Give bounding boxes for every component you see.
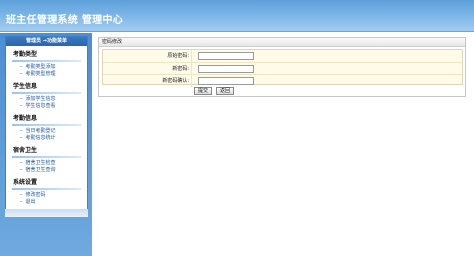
menu-item-attendance-stats[interactable]: 考勤信息统计 <box>6 135 87 142</box>
panel-title: 密码修改 <box>99 38 465 47</box>
menu-item-change-password[interactable]: 修改密码 <box>6 192 87 199</box>
form-row-new-password: 新密码: <box>103 62 462 75</box>
menu-divider <box>12 156 81 158</box>
confirm-password-label: 新密码确认: <box>103 75 192 87</box>
form-row-old-password: 原始密码: <box>103 50 462 62</box>
menu-item-dorm-check[interactable]: 宿舍卫生检查 <box>6 160 87 167</box>
menu-group-title: 学生信息 <box>13 83 38 90</box>
menu-divider <box>12 92 81 94</box>
menu-item-logout[interactable]: 退出 <box>6 199 87 206</box>
password-form: 原始密码: 新密码: 新密码确认: <box>102 49 463 87</box>
menu-divider <box>12 124 81 126</box>
menu-group-attendance-info: 考勤信息 当日考勤登记 考勤信息统计 <box>6 114 87 142</box>
menu-item-view-students[interactable]: 学生信息查看 <box>6 103 87 110</box>
old-password-input[interactable] <box>198 52 254 60</box>
menu-item-manage-attendance-type[interactable]: 考勤类型管理 <box>6 71 87 78</box>
sidebar-menu-panel: 管理员 →功能菜单 考勤类型 考勤类型添加 考勤类型管理 学生信息 添加学生信息… <box>5 36 88 211</box>
old-password-label: 原始密码: <box>103 50 192 62</box>
password-change-panel: 密码修改 原始密码: 新密码: 新密码确认: 提交 返回 <box>98 37 466 97</box>
submit-button[interactable]: 提交 <box>194 87 213 95</box>
menu-group-title: 系统设置 <box>13 179 38 186</box>
app-title: 班主任管理系统 管理中心 <box>6 15 124 26</box>
menu-group-attendance-type: 考勤类型 考勤类型添加 考勤类型管理 <box>6 50 87 78</box>
form-row-confirm-password: 新密码确认: <box>103 74 462 87</box>
sidebar-menu-title: 管理员 →功能菜单 <box>6 37 87 46</box>
header-banner: 班主任管理系统 管理中心 <box>0 0 474 32</box>
menu-group-title: 考勤信息 <box>13 115 38 122</box>
menu-item-add-attendance-type[interactable]: 考勤类型添加 <box>6 64 87 71</box>
new-password-input[interactable] <box>198 65 254 73</box>
menu-group-student-info: 学生信息 添加学生信息 学生信息查看 <box>6 82 87 110</box>
form-actions: 提交 返回 <box>194 87 236 96</box>
sidebar: 管理员 →功能菜单 考勤类型 考勤类型添加 考勤类型管理 学生信息 添加学生信息… <box>0 33 92 256</box>
menu-group-dorm-hygiene: 宿舍卫生 宿舍卫生检查 宿舍卫生查询 <box>6 146 87 174</box>
menu-item-add-student[interactable]: 添加学生信息 <box>6 96 87 103</box>
menu-item-dorm-query[interactable]: 宿舍卫生查询 <box>6 167 87 174</box>
menu-divider <box>12 60 81 62</box>
menu-item-daily-attendance[interactable]: 当日考勤登记 <box>6 128 87 135</box>
menu-group-title: 考勤类型 <box>13 51 38 58</box>
menu-group-system-settings: 系统设置 修改密码 退出 <box>6 178 87 206</box>
menu-group-title: 宿舍卫生 <box>13 147 38 154</box>
sidebar-panel-footer <box>5 209 88 217</box>
menu-divider <box>12 188 81 190</box>
back-button[interactable]: 返回 <box>215 87 234 95</box>
confirm-password-input[interactable] <box>198 77 254 85</box>
